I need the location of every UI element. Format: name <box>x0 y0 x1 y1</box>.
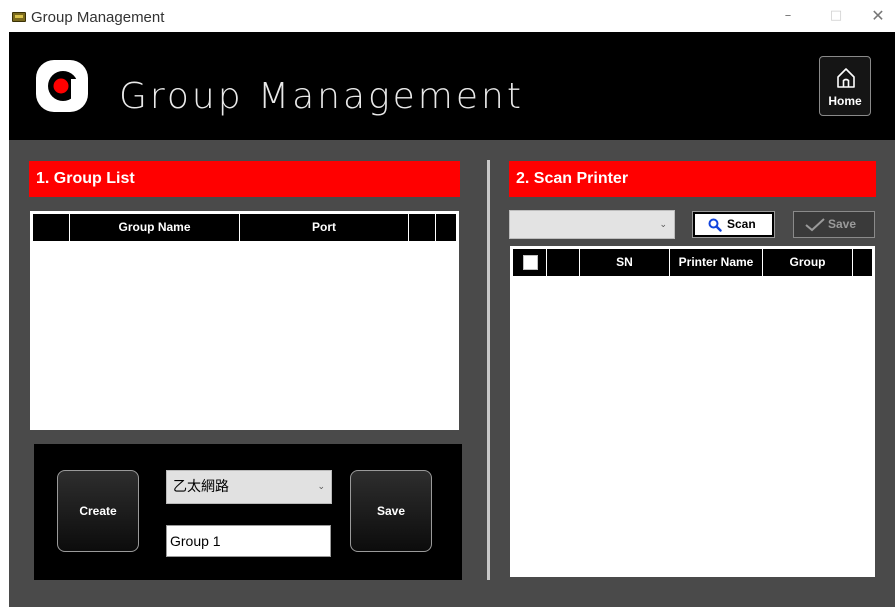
search-icon <box>708 218 722 232</box>
scan-printer-header: 2. Scan Printer <box>509 161 876 197</box>
maximize-button[interactable]: □ <box>826 8 846 24</box>
column-header-blank[interactable] <box>547 249 580 276</box>
section-divider <box>487 160 490 580</box>
save-printers-button[interactable]: Save <box>793 211 875 238</box>
window-title: Group Management <box>31 9 165 26</box>
column-header-select[interactable] <box>33 214 70 241</box>
brand-logo-icon <box>36 60 88 112</box>
port-select[interactable]: 乙太網路 ⌄ <box>166 470 332 504</box>
app-icon <box>12 12 26 22</box>
column-header-extra[interactable] <box>409 214 436 241</box>
port-select-value: 乙太網路 <box>173 479 229 495</box>
column-header-select-all <box>513 249 547 276</box>
printer-table[interactable]: SN Printer Name Group <box>510 246 875 577</box>
create-button[interactable]: Create <box>57 470 139 552</box>
chevron-down-icon: ⌄ <box>659 219 667 229</box>
column-header-extra-2[interactable] <box>436 214 456 241</box>
group-list-table[interactable]: Group Name Port <box>30 211 459 430</box>
app-brand-title: Group Management <box>119 76 524 117</box>
save-group-button[interactable]: Save <box>350 470 432 552</box>
printer-table-header: SN Printer Name Group <box>513 249 872 276</box>
scan-interface-select[interactable]: ⌄ <box>509 210 675 239</box>
home-button[interactable]: Home <box>819 56 871 116</box>
checkmark-icon <box>805 218 825 232</box>
window-titlebar: Group Management – □ ✕ <box>0 0 895 32</box>
create-group-panel: Create 乙太網路 ⌄ Group 1 Save <box>34 444 462 580</box>
column-header-group-name[interactable]: Group Name <box>70 214 240 241</box>
home-icon <box>837 68 855 88</box>
group-list-header: 1. Group List <box>29 161 460 197</box>
save-printers-label: Save <box>828 217 857 231</box>
column-header-group[interactable]: Group <box>763 249 853 276</box>
column-header-extra[interactable] <box>853 249 872 276</box>
column-header-sn[interactable]: SN <box>580 249 670 276</box>
select-all-checkbox[interactable] <box>523 255 538 270</box>
column-header-port[interactable]: Port <box>240 214 409 241</box>
minimize-button[interactable]: – <box>778 8 798 24</box>
chevron-down-icon: ⌄ <box>317 482 325 492</box>
scan-button[interactable]: Scan <box>692 211 775 238</box>
group-name-input[interactable]: Group 1 <box>166 525 331 557</box>
column-header-printer-name[interactable]: Printer Name <box>670 249 763 276</box>
header-banner: Group Management Home <box>9 32 895 140</box>
group-list-table-header: Group Name Port <box>33 214 456 241</box>
home-label: Home <box>828 94 862 108</box>
close-button[interactable]: ✕ <box>868 8 888 24</box>
scan-button-label: Scan <box>727 217 756 231</box>
